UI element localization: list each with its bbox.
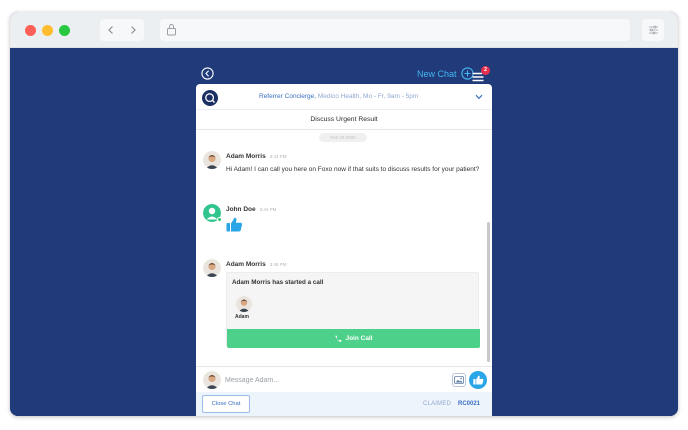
thumbs-up-icon	[472, 375, 483, 385]
current-user-avatar	[203, 371, 221, 389]
chat-header-title: Referrer Concierge,	[259, 93, 317, 100]
message-input[interactable]	[225, 373, 445, 387]
thumbs-up-reaction	[226, 217, 243, 237]
sender-name: Adam Morris	[226, 261, 266, 268]
chat-subject: Discuss Urgent Result	[196, 110, 492, 130]
message-sender: Adam Morris 3:44 PM	[226, 153, 287, 160]
message-time: 3:44 PM	[269, 154, 287, 159]
chevron-right-icon	[131, 26, 136, 34]
address-bar[interactable]	[160, 19, 630, 41]
chat-header-text: Referrer Concierge, Medico Health, Mo - …	[259, 93, 418, 100]
navigation-buttons	[100, 19, 144, 41]
concierge-logo-icon	[202, 90, 218, 106]
browser-window: New Chat 2 Referrer Concierge, Medico He…	[10, 12, 678, 416]
status-label: CLAIMED	[423, 401, 452, 407]
chevron-left-icon	[108, 26, 113, 34]
ticket-code: RC0021	[458, 401, 481, 407]
new-chat-label: New Chat	[417, 68, 457, 79]
minimize-window-button[interactable]	[42, 25, 53, 36]
call-participant-name: Adam	[235, 314, 249, 320]
send-like-button[interactable]	[469, 371, 487, 389]
call-title: Adam Morris has started a call	[232, 279, 324, 286]
browser-toolbar	[10, 12, 678, 48]
join-call-label: Join Call	[345, 335, 373, 342]
message-text: Hi Adam! I can call you here on Foxo now…	[226, 166, 480, 173]
browser-forward-button[interactable]	[122, 19, 144, 41]
online-indicator	[217, 217, 222, 222]
join-call-button[interactable]: Join Call	[227, 329, 480, 348]
new-chat-button[interactable]: New Chat	[417, 67, 474, 80]
image-icon	[454, 376, 464, 384]
close-chat-button[interactable]: Close Chat	[202, 395, 250, 413]
sliders-icon	[648, 25, 658, 35]
back-button[interactable]	[201, 67, 214, 85]
chat-footer: Close Chat CLAIMED RC0021	[196, 392, 492, 416]
sender-name: John Doe	[226, 206, 256, 213]
call-participant-avatar	[236, 296, 252, 312]
avatar	[203, 151, 221, 169]
message-sender: John Doe 3:44 PM	[226, 206, 276, 213]
scrollbar[interactable]	[487, 222, 490, 362]
back-circle-icon	[201, 67, 214, 80]
message-time: 3:45 PM	[269, 262, 287, 267]
browser-settings-button[interactable]	[642, 19, 664, 41]
close-window-button[interactable]	[25, 25, 36, 36]
message-time: 3:44 PM	[259, 207, 277, 212]
avatar	[203, 259, 221, 277]
attach-image-button[interactable]	[452, 373, 466, 387]
chat-panel: Referrer Concierge, Medico Health, Mo - …	[196, 84, 492, 416]
message-composer	[196, 366, 492, 392]
lock-icon	[167, 24, 176, 36]
call-card: Adam Morris has started a call Adam Join…	[226, 272, 480, 348]
page-content: New Chat 2 Referrer Concierge, Medico He…	[10, 48, 678, 416]
notification-badge: 2	[481, 66, 490, 75]
thumbs-up-icon	[226, 217, 243, 232]
maximize-window-button[interactable]	[59, 25, 70, 36]
browser-back-button[interactable]	[100, 19, 122, 41]
message-sender: Adam Morris 3:45 PM	[226, 261, 287, 268]
date-divider: Feb 20 2020	[319, 133, 367, 142]
phone-icon	[335, 335, 342, 342]
chat-header[interactable]: Referrer Concierge, Medico Health, Mo - …	[196, 84, 492, 110]
chevron-down-icon[interactable]	[475, 94, 483, 100]
sender-name: Adam Morris	[226, 153, 266, 160]
chat-header-subtitle: Medico Health, Mo - Fr, 9am - 5pm	[316, 93, 419, 100]
message-list: Feb 20 2020 Adam Morris 3:44 PM Hi Adam! …	[196, 130, 486, 366]
